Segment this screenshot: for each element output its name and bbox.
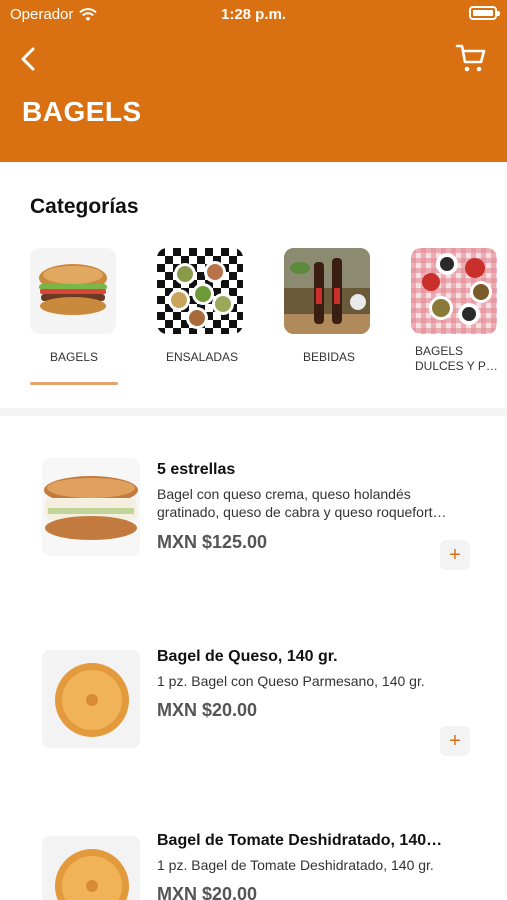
page-title: BAGELS [22,96,142,127]
product-price: MXN $125.00 [157,532,268,552]
category-bagels[interactable]: BAGELS [30,248,140,365]
section-divider [0,408,507,416]
category-image [411,248,497,334]
product-name: 5 estrellas [157,461,236,478]
product-image [42,458,140,556]
category-image [30,248,116,334]
back-button[interactable] [14,44,44,74]
product-description: 1 pz. Bagel con Queso Parmesano, 140 gr. [157,673,425,689]
app-header: Operador 1:28 p.m. BAGELS [0,0,507,162]
add-to-cart-button[interactable]: + [440,726,470,756]
category-label: BEBIDAS [303,350,356,364]
product-name: Bagel de Tomate Deshidratado, 140… [157,832,443,849]
category-label: BAGELS [50,350,99,364]
battery-icon [469,6,500,20]
category-image [157,248,243,334]
category-bagels-dulces[interactable]: BAGELS DULCES Y P… [411,248,507,374]
product-image [42,650,140,748]
product-image [42,836,140,900]
cart-icon[interactable] [455,42,487,74]
category-bebidas[interactable]: BEBIDAS [284,248,394,365]
product-price: MXN $20.00 [157,700,258,720]
selected-category-indicator [30,382,118,385]
status-bar: Operador 1:28 p.m. [0,0,507,28]
categories-heading: Categorías [30,195,139,218]
category-label: BAGELS DULCES Y P… [415,344,498,373]
category-label: ENSALADAS [166,350,239,364]
product-description: Bagel con queso crema, queso holandés gr… [157,486,447,520]
category-ensaladas[interactable]: ENSALADAS [157,248,267,365]
add-to-cart-button[interactable]: + [440,540,470,570]
product-description: 1 pz. Bagel de Tomate Deshidratado, 140 … [157,857,434,873]
product-name: Bagel de Queso, 140 gr. [157,648,338,665]
category-image [284,248,370,334]
clock: 1:28 p.m. [220,6,287,23]
product-price: MXN $20.00 [157,884,258,900]
